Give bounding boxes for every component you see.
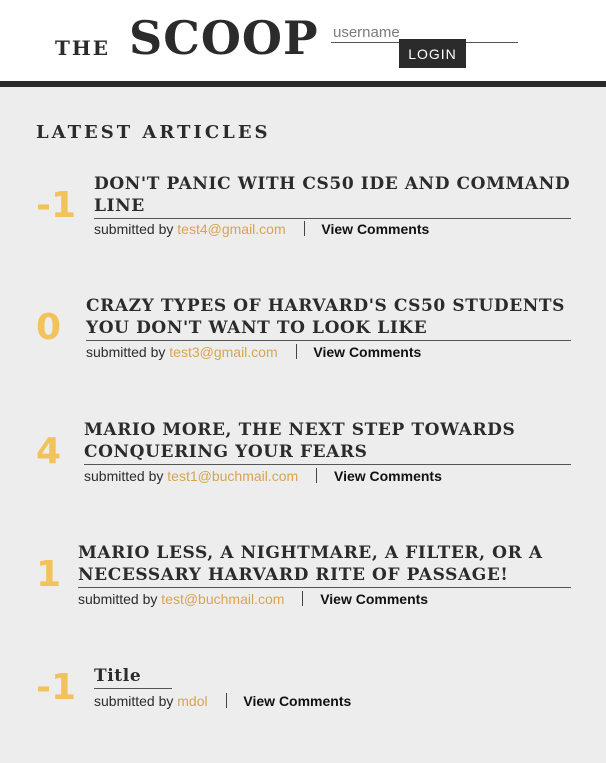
article-title[interactable]: Title [94,665,172,689]
section-title: LATEST ARTICLES [36,122,271,143]
meta-separator [302,591,304,606]
meta-separator [225,693,227,708]
submitted-by-label: submitted by [84,468,164,484]
article-title[interactable]: CRAZY TYPES OF HARVARD'S CS50 STUDENTS Y… [86,295,571,341]
submitted-by-label: submitted by [78,591,158,607]
login-button[interactable]: LOGIN [399,39,466,68]
meta-separator [295,344,297,359]
article-score: 0 [36,307,62,348]
author-link[interactable]: test1@buchmail.com [167,468,298,484]
submitted-by-label: submitted by [94,693,174,709]
meta-separator [316,468,318,483]
article-score: 4 [36,431,62,472]
meta-separator [303,221,305,236]
logo-scoop: SCOOP [129,11,319,65]
author-link[interactable]: test@buchmail.com [161,591,284,607]
header-divider [0,81,606,87]
article-score: -1 [36,185,76,226]
view-comments-link[interactable]: View Comments [334,468,442,484]
header: THE SCOOP LOGIN [0,0,606,81]
article-title[interactable]: MARIO MORE, THE NEXT STEP TOWARDS CONQUE… [84,419,571,465]
article-meta: submitted by mdol View Comments [94,693,351,709]
submitted-by-label: submitted by [94,221,174,237]
article-meta: submitted by test3@gmail.com View Commen… [86,344,421,360]
view-comments-link[interactable]: View Comments [321,221,429,237]
article-score: 1 [36,554,62,595]
article-title[interactable]: DON'T PANIC WITH CS50 IDE AND COMMAND LI… [94,173,571,219]
article-meta: submitted by test@buchmail.com View Comm… [78,591,428,607]
article-title[interactable]: MARIO LESS, A NIGHTMARE, A FILTER, OR A … [78,542,571,588]
logo-the: THE [55,36,111,60]
author-link[interactable]: test3@gmail.com [169,344,277,360]
view-comments-link[interactable]: View Comments [313,344,421,360]
article-meta: submitted by test4@gmail.com View Commen… [94,221,429,237]
author-link[interactable]: mdol [177,693,207,709]
submitted-by-label: submitted by [86,344,166,360]
author-link[interactable]: test4@gmail.com [177,221,285,237]
view-comments-link[interactable]: View Comments [320,591,428,607]
article-meta: submitted by test1@buchmail.com View Com… [84,468,442,484]
view-comments-link[interactable]: View Comments [243,693,351,709]
article-score: -1 [36,667,76,708]
